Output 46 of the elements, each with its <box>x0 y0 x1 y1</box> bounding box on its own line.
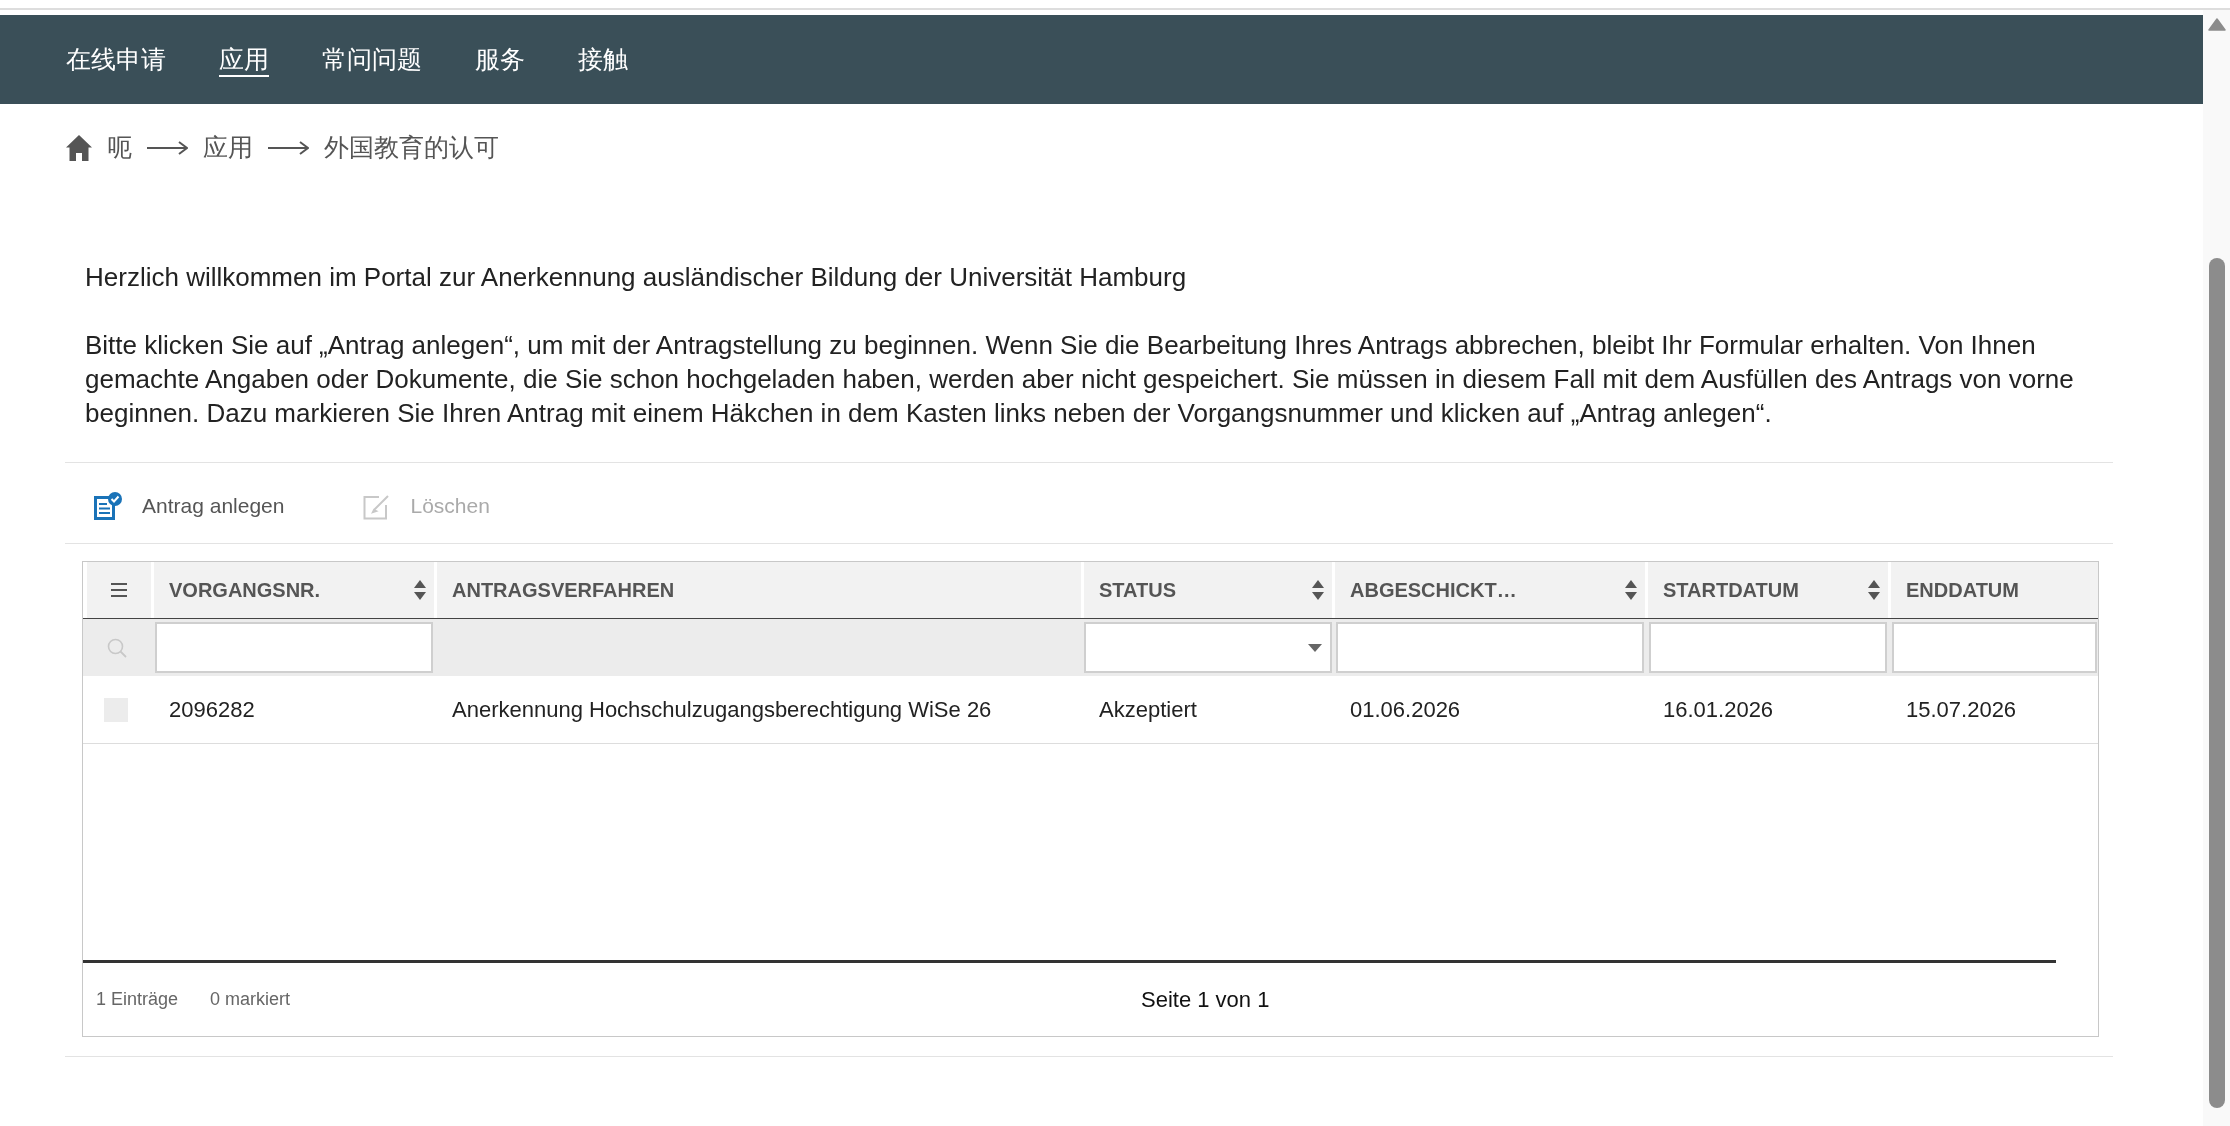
table-cell-text: 01.06.2026 <box>1350 696 1461 724</box>
long-arrow-icon <box>268 141 309 155</box>
column-header[interactable]: STATUS <box>1084 562 1332 618</box>
marked-count: 0 markiert <box>210 988 291 1011</box>
sort-icon <box>414 580 426 600</box>
column-header[interactable]: VORGANGSNR. <box>154 562 434 618</box>
nav-link[interactable]: 应用 <box>219 42 269 77</box>
column-header[interactable]: STARTDATUM <box>1648 562 1888 618</box>
breadcrumb-current: 外国教育的认可 <box>324 132 499 164</box>
search-icon <box>107 637 127 658</box>
nav-link[interactable]: 服务 <box>475 42 525 77</box>
caret-down-icon <box>1308 643 1322 652</box>
table-cell-text: 16.01.2026 <box>1663 696 1774 724</box>
home-icon[interactable] <box>66 135 92 161</box>
nav-link[interactable]: 在线申请 <box>66 42 166 77</box>
sort-icon <box>1625 580 1637 600</box>
intro-paragraph: Bitte klicken Sie auf „Antrag anlegen“, um mit der Antragstellung zu beginnen. Wenn Sie die Bearbeitung Ihres Antrags abbrechen, bleibt Ihr Formular erhalten. Von Ihnen gemachte Angaben oder Dokumente, die Sie schon hochgeladen haben, werden aber nicht gespeichert. Sie müssen in diesem Fall mit dem Ausfüllen des Antrags von vorne beginnen. Dazu markieren Sie Ihren Antrag mit einem Häkchen in dem Kasten links neben der Vorgangsnummer und klicken auf „Antrag anlegen“. <box>85 329 2075 430</box>
menu-icon <box>111 583 127 597</box>
long-arrow-icon <box>147 141 188 155</box>
scrollbar-thumb[interactable] <box>2208 258 2225 1108</box>
toolbar-button[interactable]: Antrag anlegen <box>94 490 285 522</box>
filter-select[interactable] <box>1084 622 1332 673</box>
filter-input[interactable] <box>155 622 433 673</box>
scroll-up-arrow-icon[interactable] <box>2207 18 2226 31</box>
breadcrumb-link[interactable]: 呃 <box>107 129 132 167</box>
nav-link[interactable]: 常问问题 <box>322 42 422 77</box>
table-cell-text: 2096282 <box>169 696 255 724</box>
column-menu-button[interactable] <box>87 562 151 618</box>
column-header: ENDDATUM <box>1891 562 2098 618</box>
sort-icon <box>1868 580 1880 600</box>
table-cell-text: Akzeptiert <box>1099 696 1197 724</box>
table-cell-text: 15.07.2026 <box>1906 696 2017 724</box>
filter-input[interactable] <box>1649 622 1887 673</box>
nav-link[interactable]: 接触 <box>578 42 628 77</box>
column-header[interactable]: ABGESCHICKT… <box>1335 562 1645 618</box>
pencil-square-icon <box>363 492 391 520</box>
column-header: ANTRAGSVERFAHREN <box>437 562 1081 618</box>
filter-input[interactable] <box>1892 622 2097 673</box>
table-cell-text: Anerkennung Hochschulzugangsberechtigung WiSe 26 <box>452 696 992 724</box>
breadcrumb-link[interactable]: 应用 <box>203 129 253 167</box>
entry-count: 1 Einträge <box>96 988 179 1011</box>
filter-input[interactable] <box>1336 622 1644 673</box>
page-indicator: Seite 1 von 1 <box>1141 986 1270 1014</box>
sort-icon <box>1312 580 1324 600</box>
welcome-heading: Herzlich willkommen im Portal zur Anerkennung ausländischer Bildung der Universität Hamburg <box>85 261 1188 294</box>
document-check-icon <box>94 492 122 520</box>
